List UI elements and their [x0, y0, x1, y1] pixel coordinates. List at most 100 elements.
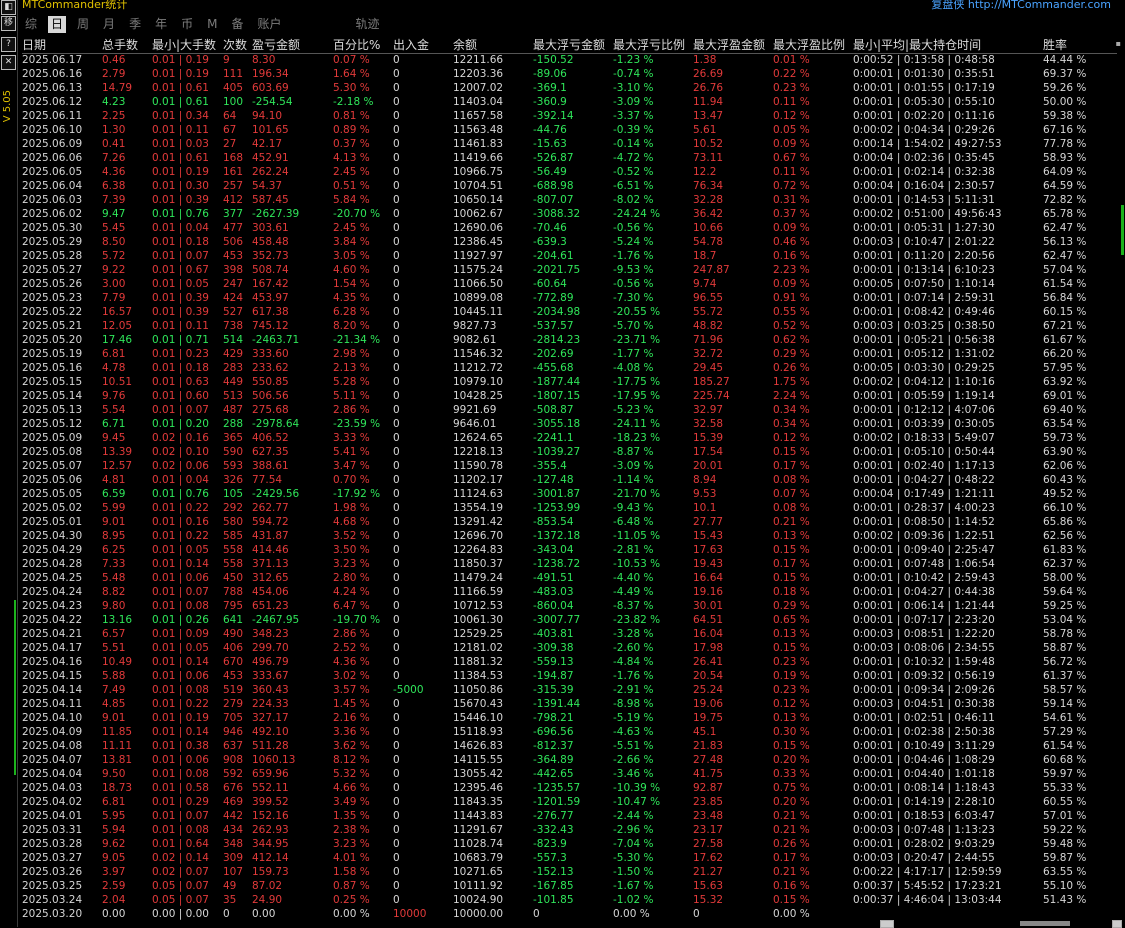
- table-row[interactable]: 2025.06.10 1.30 0.01 | 0.11 67 101.65 0.89 % 0…: [22, 124, 1117, 138]
- table-row[interactable]: 2025.06.06 7.26 0.01 | 0.61 168 452.91 4.13 %…: [22, 152, 1117, 166]
- help-button[interactable]: ?: [1, 37, 16, 52]
- tab-magic[interactable]: M: [204, 16, 220, 33]
- table-row[interactable]: 2025.06.02 9.47 0.01 | 0.76 377 -2627.39 -20.…: [22, 208, 1117, 222]
- col-win-rate[interactable]: 胜率: [1043, 37, 1067, 53]
- table-row[interactable]: 2025.04.01 5.95 0.01 | 0.07 442 152.16 1.35 %…: [22, 810, 1117, 824]
- move-button[interactable]: 移: [1, 16, 16, 31]
- col-max-float-loss[interactable]: 最大浮亏金额: [533, 37, 605, 53]
- table-row[interactable]: 2025.03.24 2.04 0.05 | 0.07 35 24.90 0.25 % 0 1…: [22, 894, 1117, 908]
- table-row[interactable]: 2025.04.03 18.73 0.01 | 0.58 676 552.11 4.66 …: [22, 782, 1117, 796]
- table-row[interactable]: 2025.04.14 7.49 0.01 | 0.08 519 360.43 3.57 %…: [22, 684, 1117, 698]
- table-row[interactable]: 2025.05.13 5.54 0.01 | 0.07 487 275.68 2.86 %…: [22, 404, 1117, 418]
- tab-notes[interactable]: 备: [228, 16, 246, 33]
- table-row[interactable]: 2025.04.22 13.16 0.01 | 0.26 641 -2467.95 -19…: [22, 614, 1117, 628]
- close-button[interactable]: ✕: [1, 55, 16, 70]
- table-row[interactable]: 2025.06.09 0.41 0.01 | 0.03 27 42.17 0.37 % 0 1…: [22, 138, 1117, 152]
- tab-track[interactable]: 轨迹: [353, 16, 383, 33]
- table-row[interactable]: 2025.05.07 12.57 0.02 | 0.06 593 388.61 3.47 …: [22, 460, 1117, 474]
- table-row[interactable]: 2025.04.25 5.48 0.01 | 0.06 450 312.65 2.80 %…: [22, 572, 1117, 586]
- table-row[interactable]: 2025.04.02 6.81 0.01 | 0.29 469 399.52 3.49 %…: [22, 796, 1117, 810]
- review-link[interactable]: 复盘侠 http://MTCommander.com: [931, 0, 1111, 12]
- table-row[interactable]: 2025.05.22 16.57 0.01 | 0.39 527 617.38 6.28 …: [22, 306, 1117, 320]
- tab-week[interactable]: 周: [74, 16, 92, 33]
- table-row[interactable]: 2025.04.10 9.01 0.01 | 0.19 705 327.17 2.16 %…: [22, 712, 1117, 726]
- table-row[interactable]: 2025.05.12 6.71 0.01 | 0.20 288 -2978.64 -23.…: [22, 418, 1117, 432]
- col-min-max-lots[interactable]: 最小|大手数: [152, 37, 216, 53]
- table-row[interactable]: 2025.04.23 9.80 0.01 | 0.08 795 651.23 6.47 %…: [22, 600, 1117, 614]
- cell-max-float-profit: 16.04: [693, 628, 724, 640]
- table-row[interactable]: 2025.04.24 8.82 0.01 | 0.07 788 454.06 4.24 %…: [22, 586, 1117, 600]
- col-max-float-profit-ratio[interactable]: 最大浮盈比例: [773, 37, 845, 53]
- col-deposit[interactable]: 出入金: [393, 37, 429, 53]
- table-row[interactable]: 2025.06.11 2.25 0.01 | 0.34 64 94.10 0.81 % 0 1…: [22, 110, 1117, 124]
- table-row[interactable]: 2025.05.28 5.72 0.01 | 0.07 453 352.73 3.05 %…: [22, 250, 1117, 264]
- table-row[interactable]: 2025.05.26 3.00 0.01 | 0.05 247 167.42 1.54 %…: [22, 278, 1117, 292]
- table-row[interactable]: 2025.03.25 2.59 0.05 | 0.07 49 87.02 0.87 % 0 1…: [22, 880, 1117, 894]
- table-row[interactable]: 2025.05.02 5.99 0.01 | 0.22 292 262.77 1.98 %…: [22, 502, 1117, 516]
- table-row[interactable]: 2025.06.17 0.46 0.01 | 0.19 9 8.30 0.07 % 0 122…: [22, 54, 1117, 68]
- col-max-float-profit[interactable]: 最大浮盈金额: [693, 37, 765, 53]
- col-date[interactable]: 日期: [22, 37, 46, 53]
- table-row[interactable]: 2025.04.08 11.11 0.01 | 0.38 637 511.28 3.62 …: [22, 740, 1117, 754]
- table-row[interactable]: 2025.05.15 10.51 0.01 | 0.63 449 550.85 5.28 …: [22, 376, 1117, 390]
- table-row[interactable]: 2025.06.13 14.79 0.01 | 0.61 405 603.69 5.30 …: [22, 82, 1117, 96]
- col-pnl[interactable]: 盈亏金额: [252, 37, 300, 53]
- table-row[interactable]: 2025.05.16 4.78 0.01 | 0.18 283 233.62 2.13 %…: [22, 362, 1117, 376]
- table-row[interactable]: 2025.06.12 4.23 0.01 | 0.61 100 -254.54 -2.18…: [22, 96, 1117, 110]
- table-row[interactable]: 2025.04.11 4.85 0.01 | 0.22 279 224.33 1.45 %…: [22, 698, 1117, 712]
- col-hold-time[interactable]: 最小|平均|最大持仓时间: [853, 37, 981, 53]
- table-row[interactable]: 2025.06.04 6.38 0.01 | 0.30 257 54.37 0.51 % 0…: [22, 180, 1117, 194]
- tab-month[interactable]: 月: [100, 16, 118, 33]
- cell-win-rate: 62.06 %: [1043, 460, 1087, 472]
- table-row[interactable]: 2025.04.30 8.95 0.01 | 0.22 585 431.87 3.52 %…: [22, 530, 1117, 544]
- cell-count: 453: [223, 670, 244, 682]
- table-row[interactable]: 2025.03.27 9.05 0.02 | 0.14 309 412.14 4.01 %…: [22, 852, 1117, 866]
- table-row[interactable]: 2025.05.08 13.39 0.02 | 0.10 590 627.35 5.41 …: [22, 446, 1117, 460]
- panel-toggle-button[interactable]: ◧: [1, 0, 16, 15]
- table-row[interactable]: 2025.03.31 5.94 0.01 | 0.08 434 262.93 2.38 %…: [22, 824, 1117, 838]
- col-count[interactable]: 次数: [223, 37, 247, 53]
- table-row[interactable]: 2025.05.20 17.46 0.01 | 0.71 514 -2463.71 -21…: [22, 334, 1117, 348]
- table-row[interactable]: 2025.05.29 8.50 0.01 | 0.18 506 458.48 3.84 %…: [22, 236, 1117, 250]
- table-row[interactable]: 2025.03.26 3.97 0.02 | 0.07 107 159.73 1.58 %…: [22, 866, 1117, 880]
- tab-currency[interactable]: 币: [178, 16, 196, 33]
- table-row[interactable]: 2025.05.23 7.79 0.01 | 0.39 424 453.97 4.35 %…: [22, 292, 1117, 306]
- cell-count: 946: [223, 726, 244, 738]
- table-row[interactable]: 2025.06.16 2.79 0.01 | 0.19 111 196.34 1.64 %…: [22, 68, 1117, 82]
- table-row[interactable]: 2025.05.14 9.76 0.01 | 0.60 513 506.56 5.11 %…: [22, 390, 1117, 404]
- table-row[interactable]: 2025.05.30 5.45 0.01 | 0.04 477 303.61 2.45 %…: [22, 222, 1117, 236]
- table-row[interactable]: 2025.05.27 9.22 0.01 | 0.67 398 508.74 4.60 %…: [22, 264, 1117, 278]
- table-row[interactable]: 2025.03.28 9.62 0.01 | 0.64 348 344.95 3.23 %…: [22, 838, 1117, 852]
- tab-quarter[interactable]: 季: [126, 16, 144, 33]
- tab-overview[interactable]: 综: [22, 16, 40, 33]
- tab-account[interactable]: 账户: [254, 16, 284, 33]
- table-row[interactable]: 2025.05.09 9.45 0.02 | 0.16 365 406.52 3.33 %…: [22, 432, 1117, 446]
- table-row[interactable]: 2025.05.21 12.05 0.01 | 0.11 738 745.12 8.20 …: [22, 320, 1117, 334]
- table-row[interactable]: 2025.04.15 5.88 0.01 | 0.06 453 333.67 3.02 %…: [22, 670, 1117, 684]
- tab-day[interactable]: 日: [48, 15, 67, 33]
- table-row[interactable]: 2025.04.21 6.57 0.01 | 0.09 490 348.23 2.86 %…: [22, 628, 1117, 642]
- cell-count: 67: [223, 124, 237, 136]
- tab-year[interactable]: 年: [152, 16, 170, 33]
- col-max-float-loss-ratio[interactable]: 最大浮亏比例: [613, 37, 685, 53]
- table-row[interactable]: 2025.05.06 4.81 0.01 | 0.04 326 77.54 0.70 % 0…: [22, 474, 1117, 488]
- header-corner-icon[interactable]: ▪: [1116, 39, 1121, 48]
- scroll-thumb[interactable]: [1020, 921, 1070, 926]
- table-row[interactable]: 2025.04.29 6.25 0.01 | 0.05 558 414.46 3.50 %…: [22, 544, 1117, 558]
- table-row[interactable]: 2025.05.01 9.01 0.01 | 0.16 580 594.72 4.68 %…: [22, 516, 1117, 530]
- table-row[interactable]: 2025.04.07 13.81 0.01 | 0.06 908 1060.13 8.12…: [22, 754, 1117, 768]
- table-row[interactable]: 2025.05.19 6.81 0.01 | 0.23 429 333.60 2.98 %…: [22, 348, 1117, 362]
- table-row[interactable]: 2025.04.17 5.51 0.01 | 0.05 406 299.70 2.52 %…: [22, 642, 1117, 656]
- col-percent[interactable]: 百分比%: [333, 37, 380, 53]
- horizontal-scrollbar[interactable]: [880, 920, 1125, 928]
- cell-pnl: 352.73: [252, 250, 289, 262]
- col-total-lots[interactable]: 总手数: [102, 37, 138, 53]
- table-row[interactable]: 2025.04.09 11.85 0.01 | 0.14 946 492.10 3.36 …: [22, 726, 1117, 740]
- table-row[interactable]: 2025.05.05 6.59 0.01 | 0.76 105 -2429.56 -17.…: [22, 488, 1117, 502]
- col-balance[interactable]: 余额: [453, 37, 477, 53]
- table-row[interactable]: 2025.06.05 4.36 0.01 | 0.19 161 262.24 2.45 %…: [22, 166, 1117, 180]
- table-row[interactable]: 2025.06.03 7.39 0.01 | 0.39 412 587.45 5.84 %…: [22, 194, 1117, 208]
- table-row[interactable]: 2025.04.16 10.49 0.01 | 0.14 670 496.79 4.36 …: [22, 656, 1117, 670]
- table-row[interactable]: 2025.04.28 7.33 0.01 | 0.14 558 371.13 3.23 %…: [22, 558, 1117, 572]
- table-row[interactable]: 2025.04.04 9.50 0.01 | 0.08 592 659.96 5.32 %…: [22, 768, 1117, 782]
